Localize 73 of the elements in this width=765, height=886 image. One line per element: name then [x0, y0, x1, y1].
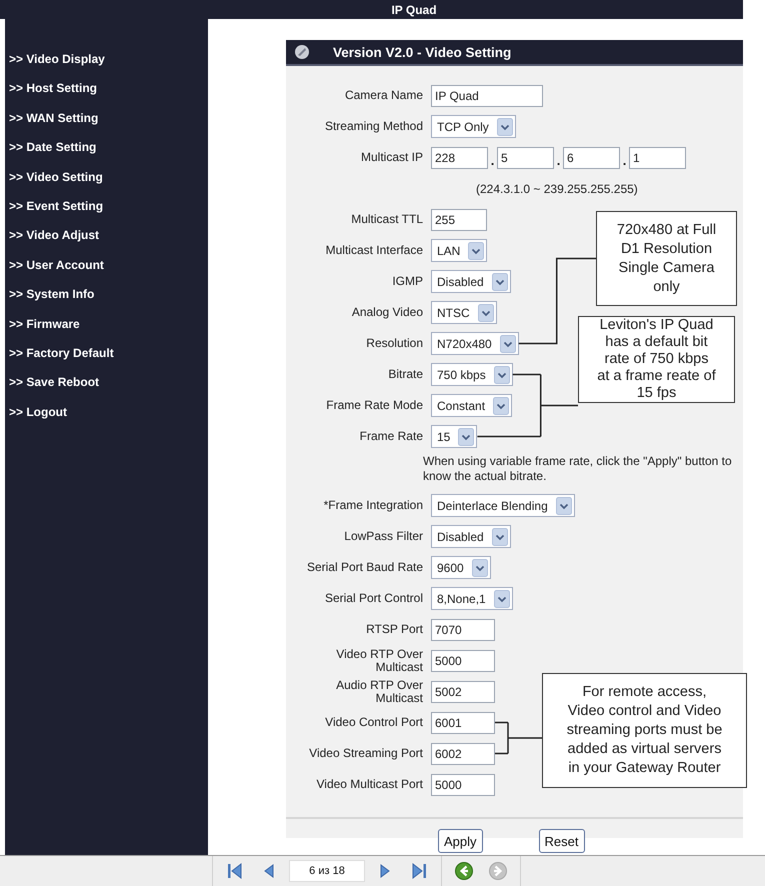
field-label: Video Control Port — [324, 714, 423, 731]
field-label: Streaming Method — [324, 118, 423, 135]
input-field[interactable]: 6001 — [431, 712, 495, 734]
page-number-field[interactable]: 6 из 18 — [289, 860, 365, 882]
callout-box: For remote access, Video control and Video streaming ports must be added as virtual servers in your Gateway Router — [542, 673, 747, 788]
sidebar-link[interactable]: >> Host Setting — [5, 78, 208, 108]
dropdown[interactable]: 15 — [431, 425, 478, 448]
field-label: Video Multicast Port — [316, 776, 423, 793]
field-label: Resolution — [365, 335, 423, 352]
dropdown[interactable]: 9600 — [431, 556, 491, 579]
field-label: Serial Port Baud Rate — [306, 559, 423, 576]
form-button[interactable]: Reset — [538, 829, 584, 853]
dropdown[interactable]: TCP Only — [431, 115, 516, 138]
input-field[interactable]: 1 — [629, 146, 686, 168]
dropdown[interactable]: Constant — [431, 394, 512, 417]
sidebar-link[interactable]: >> Event Setting — [5, 196, 208, 226]
field-label: LowPass Filter — [343, 528, 423, 545]
input-field[interactable]: 5000 — [431, 650, 495, 672]
dropdown[interactable]: Disabled — [431, 270, 511, 293]
field-label: Video Streaming Port — [308, 745, 423, 762]
dropdown[interactable]: NTSC — [431, 301, 497, 324]
field-label: IGMP — [391, 273, 423, 290]
callout-box: 720x480 at Full D1 Resolution Single Camera only — [596, 211, 737, 306]
dropdown[interactable]: Deinterlace Blending — [431, 494, 575, 517]
dropdown[interactable]: LAN — [431, 239, 488, 262]
sidebar-link[interactable]: >> Date Setting — [5, 137, 208, 167]
input-field[interactable]: 255 — [431, 208, 487, 230]
callout-box: Leviton's IP Quad has a default bit rate of 750 kbps at a frame reate of 15 fps — [578, 316, 735, 403]
ip-separator: . — [556, 153, 562, 168]
leader-line — [494, 722, 543, 754]
sidebar-link[interactable]: >> User Account — [5, 254, 208, 284]
sidebar-link[interactable]: >> Firmware — [5, 314, 208, 343]
sidebar-link[interactable]: >> System Info — [5, 284, 208, 314]
ip-separator: . — [490, 153, 496, 168]
field-label: Analog Video — [350, 304, 423, 321]
sidebar-link[interactable]: >> Video Display — [5, 49, 208, 78]
sidebar-link[interactable]: >> WAN Setting — [5, 108, 208, 138]
input-field[interactable]: 7070 — [431, 618, 495, 640]
range-hint: (224.3.1.0 ~ 239.255.255.255) — [476, 182, 638, 196]
disc-icon — [294, 44, 310, 60]
field-label: Multicast TTL — [350, 211, 423, 228]
field-label: Bitrate — [387, 366, 423, 383]
dropdown[interactable]: 8,None,1 — [431, 587, 513, 610]
dropdown[interactable]: 750 kbps — [431, 363, 513, 386]
sidebar-link[interactable]: >> Factory Default — [5, 342, 208, 372]
field-label: Camera Name — [344, 87, 423, 104]
field-label: RTSP Port — [365, 621, 423, 638]
input-field[interactable]: 5002 — [431, 680, 495, 702]
input-field[interactable]: 228 — [431, 146, 488, 168]
field-label: Frame Rate — [358, 428, 423, 445]
help-text: When using variable frame rate, click the "Apply" button to know the actual bitrate. — [423, 453, 733, 484]
field-label: Serial Port Control — [324, 590, 423, 607]
page-title: IP Quad — [391, 2, 437, 16]
field-label: Video RTP Over Multicast — [335, 646, 423, 676]
sidebar-link[interactable]: >> Video Adjust — [5, 225, 208, 255]
field-label: *Frame Integration — [322, 497, 423, 514]
field-label: Multicast IP — [360, 149, 423, 166]
input-field[interactable]: 6 — [563, 146, 620, 168]
field-label: Audio RTP Over Multicast — [335, 676, 423, 706]
input-field[interactable]: 5000 — [431, 774, 495, 796]
sidebar-link[interactable]: >> Save Reboot — [5, 372, 208, 402]
dropdown[interactable]: N720x480 — [431, 332, 519, 355]
field-label: Multicast Interface — [324, 242, 423, 259]
sidebar-link[interactable]: >> Logout — [5, 402, 208, 432]
panel-title: Version V2.0 - Video Setting — [333, 44, 512, 60]
form-button[interactable]: Apply — [438, 829, 483, 853]
ip-separator: . — [622, 153, 628, 168]
dropdown[interactable]: Disabled — [431, 525, 511, 548]
input-field[interactable]: IP Quad — [431, 84, 543, 106]
input-field[interactable]: 5 — [497, 146, 554, 168]
field-label: Frame Rate Mode — [325, 397, 423, 414]
sidebar-link[interactable]: >> Video Setting — [5, 166, 208, 196]
input-field[interactable]: 6002 — [431, 742, 495, 764]
